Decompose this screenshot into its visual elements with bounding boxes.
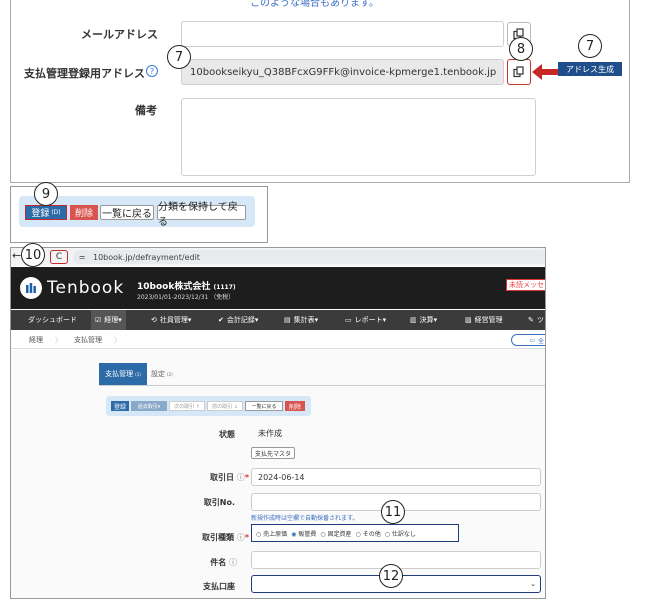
status-value: 未作成: [258, 429, 282, 438]
toolbar-past-button[interactable]: 過去取引▾: [131, 401, 167, 411]
nav-management[interactable]: ▨ 経営管理: [465, 310, 503, 330]
toolbar-delete-button[interactable]: 削除: [285, 401, 305, 411]
radio-no-entry[interactable]: ○ 仕訳なし: [385, 529, 416, 538]
tab-settings[interactable]: 設定 (2): [151, 363, 181, 385]
help-icon[interactable]: ⓘ: [237, 473, 245, 482]
register-button[interactable]: 登録 (D): [25, 205, 67, 220]
notes-label: 備考: [135, 104, 157, 117]
nav-report[interactable]: ▭ レポート▾: [345, 310, 386, 330]
nav-tools[interactable]: ✎ ツ: [528, 310, 544, 330]
chart-icon: ▥: [410, 316, 417, 324]
callout-8: 8: [509, 37, 533, 61]
help-icon[interactable]: ?: [146, 65, 158, 77]
app-logo-text: Tenbook: [47, 278, 125, 298]
employees-icon: ⟲: [151, 316, 157, 324]
reload-button[interactable]: C: [50, 250, 68, 264]
nav-dashboard[interactable]: ダッシュボード: [28, 310, 77, 330]
callout-9: 9: [34, 182, 58, 206]
payee-master-button[interactable]: 支払先マスタ: [251, 447, 295, 459]
date-field[interactable]: 2024-06-14: [251, 468, 541, 486]
browser-frame: ← C ⚌ 10book.jp/defrayment/edit Tenbook …: [10, 247, 546, 599]
delete-button[interactable]: 削除: [70, 205, 98, 220]
site-settings-icon: ⚌: [79, 253, 86, 261]
radio-sga[interactable]: ◉ 販管費: [291, 529, 316, 538]
radio-fixed-assets[interactable]: ○ 固定資産: [320, 529, 351, 538]
table-icon: ▤: [284, 316, 291, 324]
payment-copy-button[interactable]: [507, 59, 531, 85]
nav-records[interactable]: ✔ 会計記録▾: [218, 310, 258, 330]
radio-cost-of-sales[interactable]: ○ 売上原価: [256, 529, 287, 538]
toolbar-back-button[interactable]: 一覧に戻る: [245, 401, 283, 411]
callout-7a: 7: [167, 45, 191, 69]
toolbar-register-button[interactable]: 登録: [111, 401, 129, 411]
payment-address-label: 支払管理登録用アドレス: [24, 67, 145, 80]
back-keep-class-button[interactable]: 分類を保持して戻る: [157, 202, 246, 228]
breadcrumb-accounting[interactable]: 経理: [29, 335, 43, 345]
subject-label: 件名 ⓘ: [210, 558, 237, 567]
help-icon[interactable]: ⓘ: [229, 558, 237, 567]
callout-10: 10: [21, 243, 45, 267]
address-generate-button[interactable]: アドレス生成: [558, 62, 622, 76]
image-icon: ▨: [465, 316, 472, 324]
chevron-down-icon: ⌄: [530, 580, 536, 588]
email-label: メールアドレス: [81, 28, 158, 41]
transaction-no-label: 取引No.: [203, 498, 235, 507]
wrench-icon: ✎: [528, 316, 534, 324]
toolbar-prev-button[interactable]: 前の取引 ↓: [207, 401, 243, 411]
breadcrumb-separator: 〉: [114, 335, 121, 344]
monitor-icon: ▭: [529, 336, 535, 344]
status-label: 状態: [219, 430, 235, 439]
unread-message-button[interactable]: 未読メッセー: [506, 279, 545, 291]
payment-account-label: 支払口座: [203, 582, 235, 591]
date-label: 取引日 ⓘ*: [210, 473, 249, 482]
monitor-icon: ▭: [345, 316, 352, 324]
help-icon[interactable]: ⓘ: [237, 533, 245, 542]
fiscal-period: 2023/01/01-2023/12/31 （免税）: [137, 294, 235, 301]
cut-text: このような場合もあります。: [250, 0, 379, 9]
breadcrumb: 経理 〉 支払管理 〉: [11, 331, 545, 349]
nav-employees[interactable]: ⟲ 社員管理▾: [151, 310, 191, 330]
back-arrow-icon[interactable]: ←: [12, 249, 21, 262]
check-icon: ✔: [218, 316, 224, 324]
transaction-type-group: ○ 売上原価 ◉ 販管費 ○ 固定資産 ○ その他 ○ 仕訳なし: [251, 524, 459, 542]
email-field[interactable]: [181, 21, 504, 47]
tab-underline: [99, 385, 545, 386]
breadcrumb-right-button[interactable]: ▭ 全: [511, 334, 545, 346]
callout-7b: 7: [578, 34, 602, 58]
reload-icon: C: [55, 252, 63, 262]
callout-11: 11: [381, 500, 405, 524]
transaction-type-label: 取引種類 ⓘ*: [202, 533, 249, 542]
nav-closing[interactable]: ▥ 決算▾: [410, 310, 437, 330]
tenbook-logo-icon: [20, 277, 42, 299]
accounting-icon: ☑: [95, 316, 102, 324]
breadcrumb-separator: 〉: [55, 335, 62, 344]
radio-other[interactable]: ○ その他: [356, 529, 381, 538]
transaction-no-hint: 新規作成時は空欄で自動採番されます。: [251, 515, 359, 522]
breadcrumb-payment[interactable]: 支払管理: [74, 335, 102, 345]
copy-icon: [513, 66, 524, 78]
toolbar-next-button[interactable]: 次の取引 ↑: [169, 401, 205, 411]
nav-accounting[interactable]: ☑ 経理▾: [91, 310, 126, 330]
payment-address-field[interactable]: 10bookseikyu_Q38BFcxG9FFk@invoice-kpmerg…: [181, 59, 504, 85]
company-name: 10book株式会社 (1117): [137, 282, 236, 292]
url-bar[interactable]: ⚌ 10book.jp/defrayment/edit: [73, 250, 545, 264]
notes-textarea[interactable]: [181, 98, 536, 176]
tab-payment[interactable]: 支払管理 (1): [99, 363, 147, 385]
nav-summary[interactable]: ▤ 集計表▾: [284, 310, 318, 330]
back-to-list-button[interactable]: 一覧に戻る: [100, 205, 154, 220]
callout-12: 12: [379, 564, 403, 588]
